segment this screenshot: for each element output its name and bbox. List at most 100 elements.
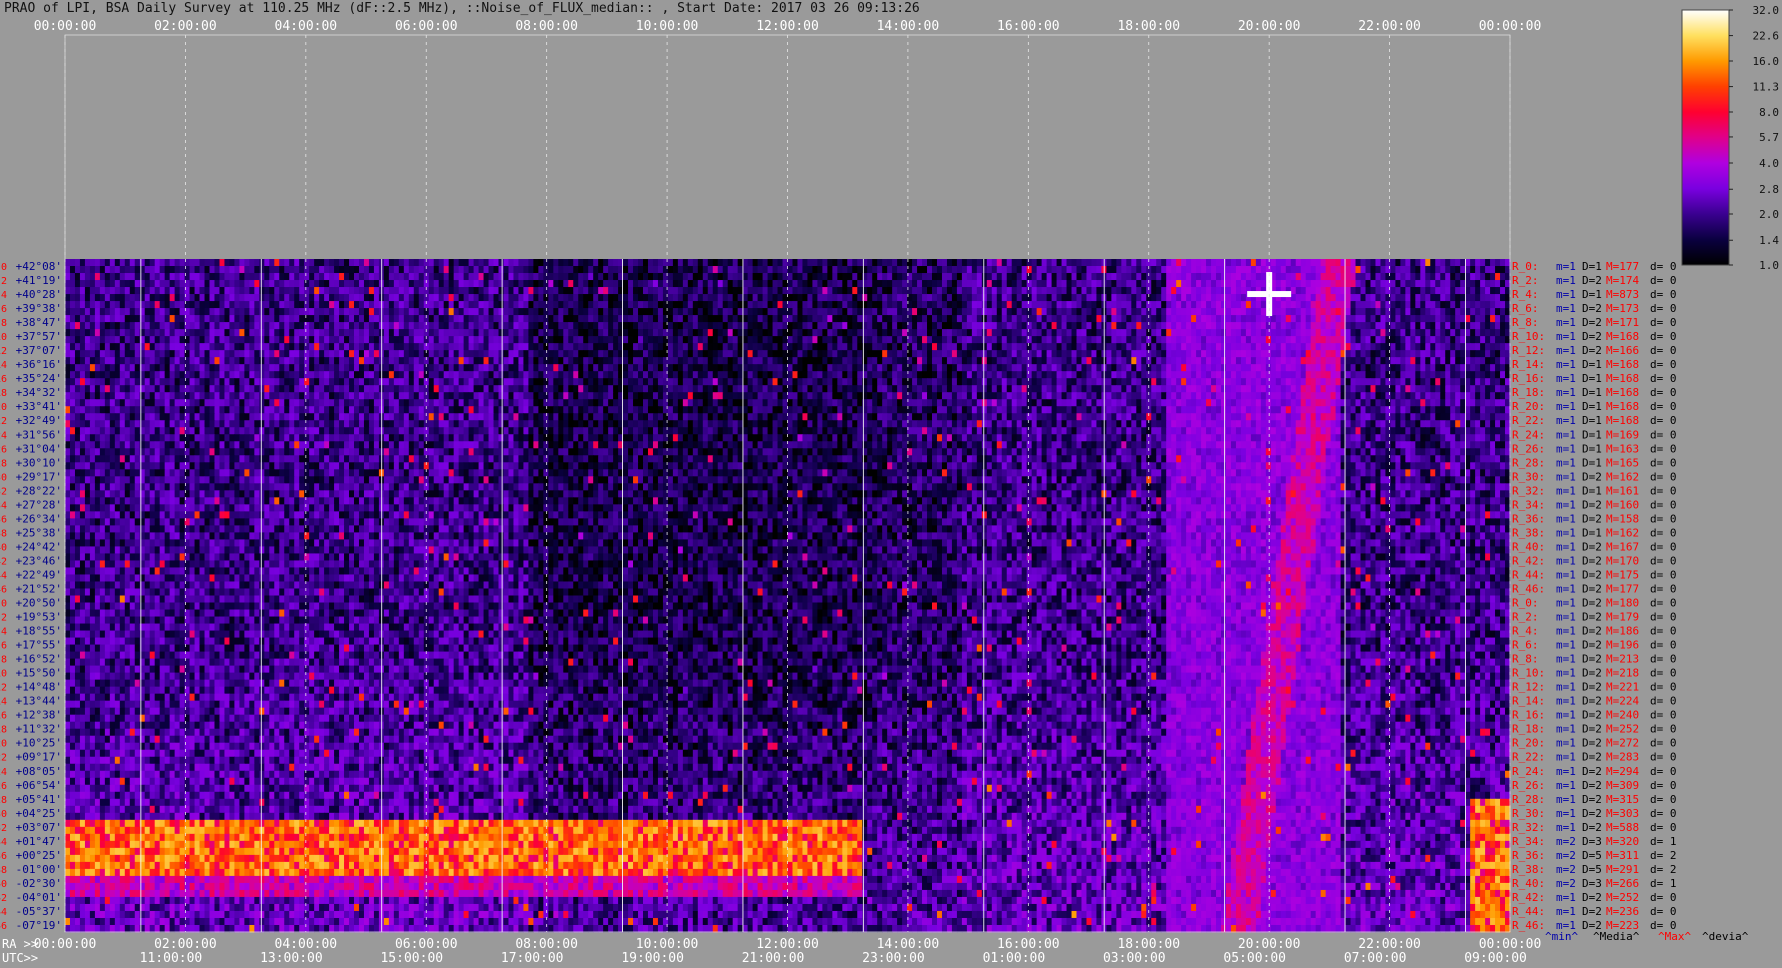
heatmap-cell bbox=[613, 280, 619, 288]
heatmap-cell bbox=[1405, 280, 1411, 288]
heatmap-cell bbox=[165, 287, 171, 295]
heatmap-cell bbox=[224, 273, 230, 281]
heatmap-cell bbox=[842, 287, 848, 295]
heatmap-cell bbox=[1450, 301, 1456, 309]
heatmap-cell bbox=[743, 301, 749, 309]
heatmap-cell bbox=[1261, 301, 1267, 309]
heatmap-cell bbox=[70, 294, 76, 302]
heatmap-cell bbox=[1346, 273, 1352, 281]
heatmap-cell bbox=[648, 294, 654, 302]
heatmap-cell bbox=[857, 294, 863, 302]
heatmap-cell bbox=[120, 287, 126, 295]
heatmap-cell bbox=[718, 287, 724, 295]
heatmap-cell bbox=[1072, 294, 1078, 302]
heatmap-cell bbox=[1321, 266, 1327, 274]
heatmap-cell bbox=[902, 294, 908, 302]
heatmap-cell bbox=[394, 266, 400, 274]
heatmap-cell bbox=[1286, 273, 1292, 281]
heatmap-cell bbox=[548, 266, 554, 274]
heatmap-cell bbox=[130, 259, 136, 267]
heatmap-cell bbox=[284, 287, 290, 295]
heatmap-cell bbox=[1326, 301, 1332, 309]
heatmap-cell bbox=[449, 280, 455, 288]
heatmap-cell bbox=[962, 280, 968, 288]
heatmap-cell bbox=[359, 266, 365, 274]
heatmap-cell bbox=[459, 294, 465, 302]
heatmap-cell bbox=[1420, 273, 1426, 281]
heatmap-cell bbox=[1380, 259, 1386, 267]
heatmap-cell bbox=[1221, 287, 1227, 295]
heatmap-cell bbox=[454, 287, 460, 295]
heatmap-cell bbox=[65, 273, 71, 281]
heatmap-cell bbox=[972, 280, 978, 288]
heatmap-cell bbox=[807, 266, 813, 274]
heatmap-cell bbox=[354, 301, 360, 309]
heatmap-cell bbox=[65, 301, 71, 309]
heatmap-cell bbox=[688, 294, 694, 302]
heatmap-cell bbox=[822, 259, 828, 267]
heatmap-cell bbox=[200, 273, 206, 281]
heatmap-cell bbox=[892, 301, 898, 309]
heatmap-cell bbox=[259, 280, 265, 288]
heatmap-cell bbox=[309, 301, 315, 309]
heatmap-cell bbox=[643, 259, 649, 267]
heatmap-cell bbox=[882, 294, 888, 302]
heatmap-cell bbox=[210, 259, 216, 267]
heatmap-cell bbox=[753, 301, 759, 309]
heatmap-cell bbox=[364, 266, 370, 274]
heatmap-cell bbox=[638, 287, 644, 295]
heatmap-cell bbox=[1410, 294, 1416, 302]
heatmap-cell bbox=[1395, 280, 1401, 288]
heatmap-cell bbox=[1291, 273, 1297, 281]
heatmap-cell bbox=[1430, 287, 1436, 295]
heatmap-cell bbox=[1047, 287, 1053, 295]
heatmap-cell bbox=[449, 266, 455, 274]
heatmap-cell bbox=[264, 287, 270, 295]
heatmap-cell bbox=[788, 301, 794, 309]
heatmap-cell bbox=[1176, 266, 1182, 274]
heatmap-cell bbox=[683, 287, 689, 295]
heatmap-cell bbox=[1236, 259, 1242, 267]
heatmap-cell bbox=[812, 287, 818, 295]
heatmap-cell bbox=[872, 301, 878, 309]
heatmap-cell bbox=[459, 266, 465, 274]
heatmap-cell bbox=[872, 287, 878, 295]
heatmap-cell bbox=[937, 266, 943, 274]
heatmap-cell bbox=[728, 259, 734, 267]
heatmap-cell bbox=[852, 266, 858, 274]
heatmap-cell bbox=[518, 294, 524, 302]
heatmap-cell bbox=[439, 273, 445, 281]
heatmap-cell bbox=[155, 301, 161, 309]
heatmap-cell bbox=[279, 294, 285, 302]
heatmap-cell bbox=[1455, 280, 1461, 288]
heatmap-cell bbox=[85, 266, 91, 274]
heatmap-cell bbox=[389, 259, 395, 267]
heatmap-cell bbox=[364, 294, 370, 302]
heatmap-cell bbox=[459, 273, 465, 281]
heatmap-cell bbox=[249, 308, 255, 316]
heatmap-cell bbox=[414, 301, 420, 309]
heatmap-cell bbox=[1126, 294, 1132, 302]
heatmap-cell bbox=[1301, 294, 1307, 302]
heatmap-cell bbox=[942, 266, 948, 274]
heatmap-cell bbox=[1370, 266, 1376, 274]
heatmap-cell bbox=[623, 259, 629, 267]
heatmap-cell bbox=[85, 301, 91, 309]
heatmap-cell bbox=[1346, 266, 1352, 274]
heatmap-cell bbox=[499, 294, 505, 302]
heatmap-cell bbox=[1480, 287, 1486, 295]
heatmap-cell bbox=[359, 294, 365, 302]
heatmap-cell bbox=[947, 294, 953, 302]
heatmap-cell bbox=[399, 273, 405, 281]
heatmap-cell bbox=[1086, 259, 1092, 267]
heatmap-cell bbox=[1500, 280, 1506, 288]
heatmap-cell bbox=[100, 273, 106, 281]
heatmap-cell bbox=[354, 287, 360, 295]
heatmap-cell bbox=[603, 266, 609, 274]
heatmap-cell bbox=[713, 266, 719, 274]
heatmap-cell bbox=[563, 259, 569, 267]
heatmap-cell bbox=[523, 273, 529, 281]
heatmap-cell bbox=[1361, 301, 1367, 309]
heatmap-cell bbox=[1096, 266, 1102, 274]
heatmap-cell bbox=[1126, 280, 1132, 288]
